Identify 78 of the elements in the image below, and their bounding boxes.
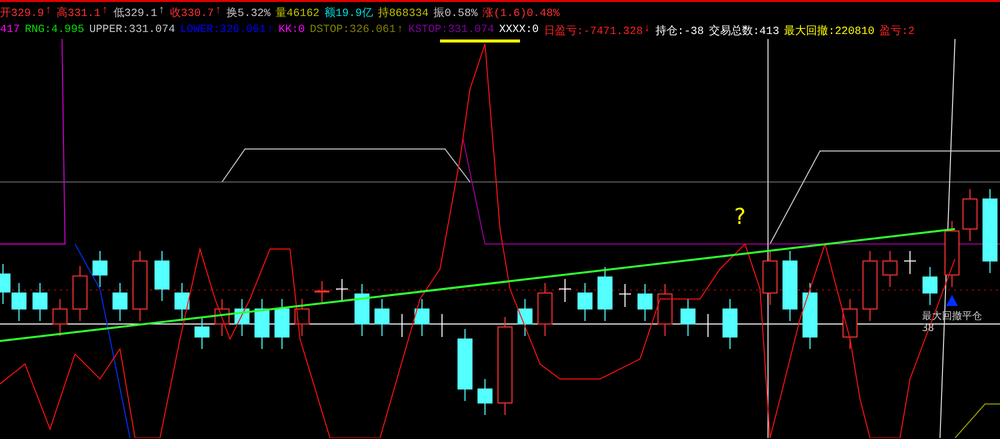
indicator-value: 最大回撤:220810: [784, 24, 874, 38]
candlestick: [32, 282, 48, 322]
candlestick: [762, 250, 778, 306]
indicator-value: 交易总数:413: [708, 24, 780, 38]
indicator-value: 盈亏:2: [879, 24, 915, 38]
candlestick: [254, 298, 270, 350]
candlestick: [478, 378, 492, 416]
candlestick: [92, 250, 108, 288]
indicator-value: RNG:4.995: [24, 24, 84, 36]
candlestick: [154, 250, 170, 302]
indicator-value: KK:0: [278, 24, 305, 36]
candlestick: [842, 298, 858, 350]
candlestick: [680, 298, 696, 336]
quote-value: 开329.9: [0, 6, 44, 20]
indicator-value: DSTOP:326.061: [310, 24, 396, 36]
indicator-value: 日盈亏:-7471.328: [544, 24, 643, 38]
quote-value: 低329.1: [113, 6, 158, 20]
candlestick: [314, 280, 330, 304]
candlestick: [396, 314, 408, 338]
arrow-text: ↑: [214, 4, 222, 18]
indicator-value: KSTOP:331.074: [408, 24, 494, 36]
candlestick: [722, 298, 738, 350]
candlestick: [598, 266, 612, 322]
signal-line: [954, 404, 1000, 438]
arrow-text: ↑: [396, 24, 404, 36]
arrow-text: ↑: [158, 4, 165, 18]
candlestick: [294, 298, 310, 336]
indicator-value: LOWER:326.061: [180, 24, 266, 36]
candlestick: [904, 250, 916, 274]
candlestick: [558, 278, 572, 302]
candlestick: [194, 316, 210, 350]
arrow-text: ↑: [102, 4, 108, 18]
quote-value: 高331.1: [56, 6, 101, 20]
candlestick: [436, 314, 448, 338]
indicator-value: XXXX:0: [499, 24, 539, 36]
quote-value: 收330.7: [170, 6, 214, 20]
candlestick: [414, 298, 430, 336]
indicator-value: UPPER:331.074: [89, 24, 176, 36]
candlestick: [354, 284, 370, 336]
candlestick: [234, 298, 250, 336]
candlestick: [538, 282, 552, 336]
annotation-mark: ?: [734, 205, 746, 230]
candlestick: [336, 278, 348, 302]
quote-value: 额19.9亿: [324, 6, 373, 20]
candlestick: [112, 282, 128, 322]
candlestick: [862, 250, 878, 322]
quote-value: 量46162: [276, 6, 320, 20]
quote-value: 持868334: [378, 6, 429, 20]
candlestick: [618, 284, 632, 308]
candlestick: [962, 188, 978, 242]
candlestick: [658, 284, 672, 336]
candlestick: [578, 282, 592, 322]
quote-value: 振0.58%: [434, 6, 478, 20]
arrow-text: ↑: [45, 4, 52, 18]
candlestick: [132, 250, 148, 322]
candlestick: [944, 220, 960, 288]
candlestick: [374, 298, 390, 336]
candlestick: [12, 282, 26, 322]
candlestick: [802, 282, 818, 350]
quote-value: 换5.32%: [226, 6, 271, 20]
candlestick: [0, 264, 10, 304]
candlestick: [638, 284, 652, 322]
arrow-text: ↓: [644, 22, 650, 36]
candlestick: [52, 298, 68, 336]
candlestick: [174, 282, 190, 322]
arrow-text: ↑: [266, 24, 274, 36]
candlestick: [922, 266, 938, 306]
indicator-value: 持仓:-38: [655, 24, 704, 38]
triangle-icon: [946, 295, 958, 306]
candlestick: [882, 250, 898, 288]
candlestick: [72, 266, 88, 322]
candlestick: [782, 250, 798, 322]
indicator-value: 417: [0, 24, 20, 36]
candlestick: [702, 314, 714, 338]
candlestick: [518, 298, 532, 336]
quote-value: 涨(1.6)0.48%: [482, 6, 560, 20]
candlestick: [274, 298, 290, 350]
candlestick: [214, 298, 230, 336]
